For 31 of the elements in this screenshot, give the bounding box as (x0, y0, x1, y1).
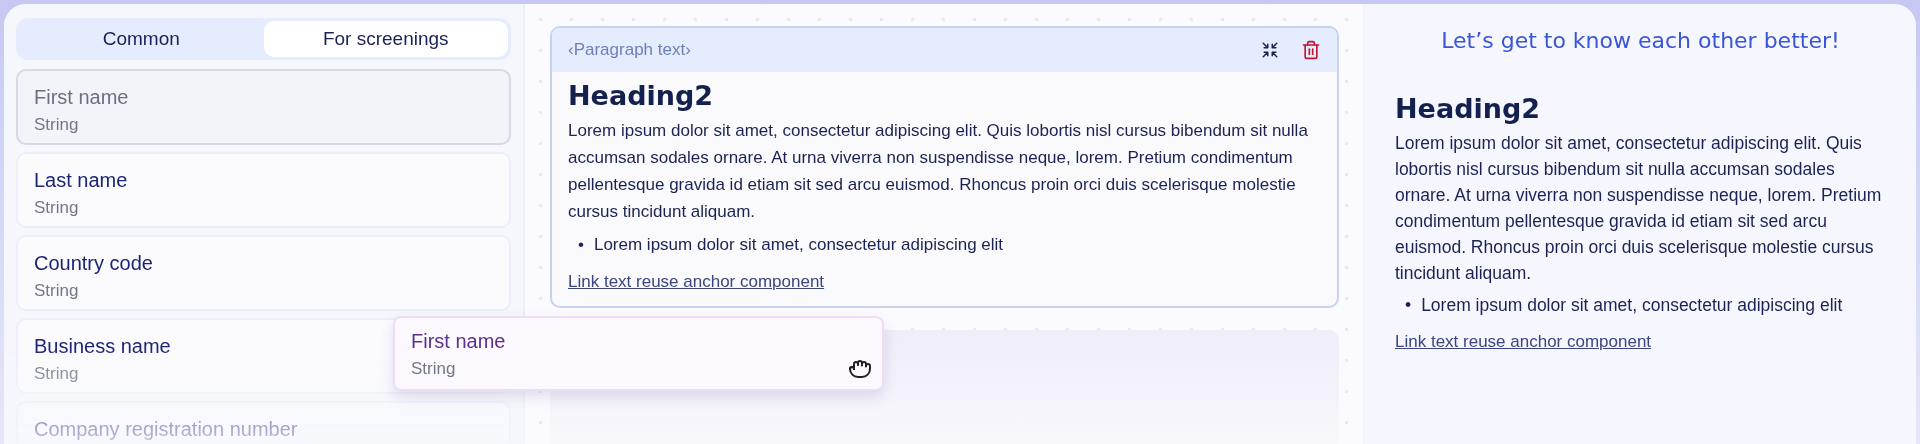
block-tag: ‹Paragraph text› (568, 40, 691, 60)
field-type: String (411, 359, 456, 379)
heading: Heading2 (1395, 93, 1542, 124)
field-name: Business name (34, 335, 171, 358)
field-name: Country code (34, 252, 153, 275)
field-type: String (34, 198, 79, 218)
field-type: String (34, 281, 79, 301)
field-type: String (34, 364, 79, 384)
heading: Heading2 (568, 80, 715, 111)
delete-icon[interactable] (1301, 40, 1321, 60)
field-card[interactable]: First name String (16, 69, 511, 145)
field-name: Company registration number (34, 418, 298, 441)
link[interactable]: Link text reuse anchor component (568, 272, 825, 292)
tab[interactable]: Common (19, 21, 264, 57)
paragraph: Lorem ipsum dolor sit amet, consectetur adipiscing elit. Quis lobortis nisl cursus bibendum sit nulla accumsan sodales ornare. At urna viverra non suspendisse neque, lorem. Pretium condimentum pellentesque gravida id etiam sit sed arcu euismod. Rhoncus proin orci duis scelerisque molestie cursus tincidunt aliquam. (1395, 132, 1883, 285)
bullet-marker: • (578, 234, 584, 256)
paragraph: Lorem ipsum dolor sit amet, consectetur adipiscing elit. Quis lobortis nisl cursus bibendum sit nulla accumsan sodales ornare. At urna viverra non suspendisse neque, lorem. Pretium condimentum pellentesque gravida id etiam sit sed arcu euismod. Rhoncus proin orci duis scelerisque molestie cursus tincidunt aliquam. (568, 120, 1309, 223)
drag-preview-card[interactable]: First name String (393, 316, 884, 391)
link[interactable]: Link text reuse anchor component (1395, 332, 1652, 352)
field-name: First name (411, 330, 506, 353)
field-name: Last name (34, 169, 128, 192)
preview-title: Let’s get to know each other better! (1440, 28, 1841, 53)
bullet-text: Lorem ipsum dolor sit amet, consectetur adipiscing elit (593, 234, 1004, 256)
field-card[interactable]: Country code String (16, 235, 511, 311)
bullet-marker: • (1405, 294, 1412, 317)
tab[interactable]: For screenings (263, 21, 508, 57)
bullet-text: Lorem ipsum dolor sit amet, consectetur adipiscing elit (1421, 294, 1843, 317)
collapse-icon[interactable] (1261, 41, 1279, 59)
field-type: String (34, 115, 79, 135)
field-name: First name (34, 86, 129, 109)
field-card[interactable]: Last name String (16, 152, 511, 228)
